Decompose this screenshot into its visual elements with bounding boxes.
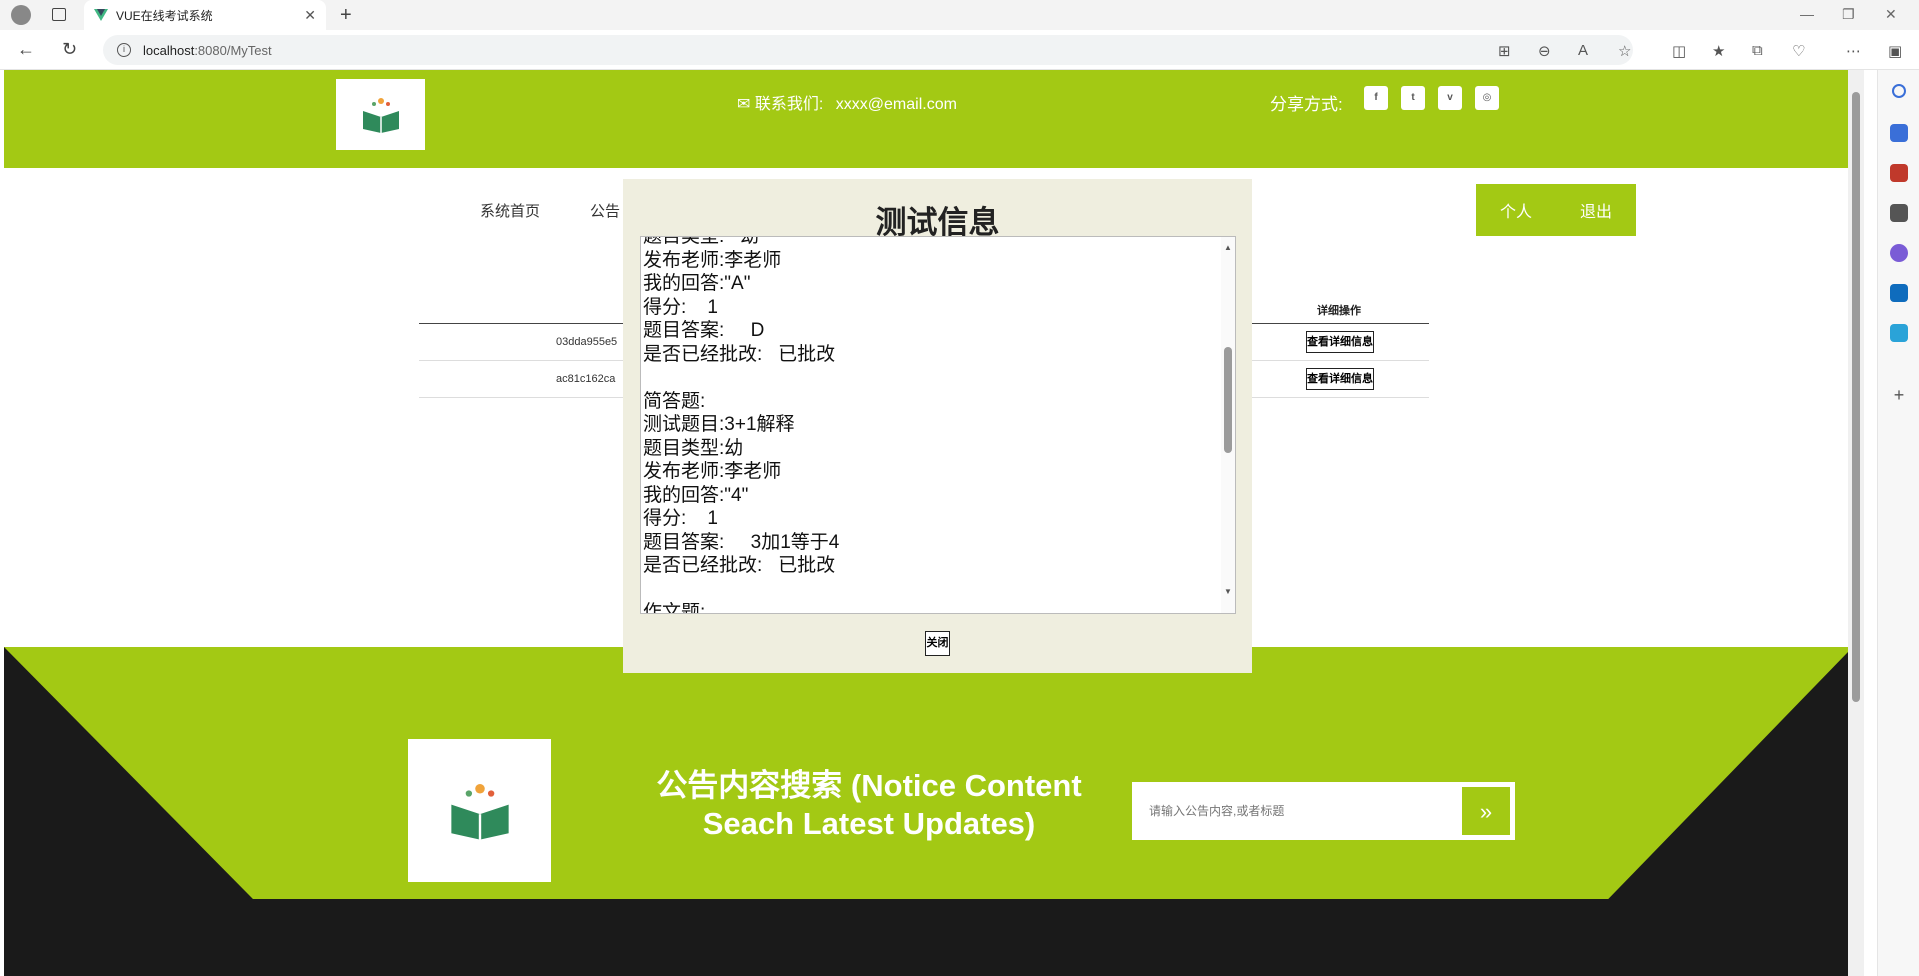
edge-sidebar: + <box>1877 70 1919 976</box>
collections-icon[interactable]: ⧉ <box>1752 42 1763 59</box>
read-aloud-icon[interactable]: A <box>1578 42 1588 59</box>
site-info-icon[interactable]: i <box>117 43 131 57</box>
site-logo[interactable] <box>336 79 425 150</box>
mail-icon: ✉ <box>737 96 751 113</box>
scroll-down-icon[interactable]: ▼ <box>1224 587 1232 596</box>
minimize-icon[interactable]: — <box>1800 6 1814 22</box>
user-menu: 个人 退出 <box>1476 184 1636 236</box>
tab-actions-icon[interactable] <box>52 8 66 21</box>
games-icon[interactable] <box>1890 204 1908 222</box>
profile-icon[interactable] <box>11 5 31 25</box>
detail-column-header: 详细操作 <box>1317 305 1361 317</box>
refresh-icon[interactable]: ↻ <box>62 39 77 60</box>
view-detail-button[interactable]: 查看详细信息 <box>1306 368 1374 390</box>
facebook-icon[interactable]: f <box>1364 86 1388 110</box>
book-logo-icon <box>450 783 509 840</box>
scroll-up-icon[interactable]: ▲ <box>1224 243 1232 252</box>
footer-search-title: 公告内容搜索 (Notice Content Seach Latest Upda… <box>656 768 1082 841</box>
book-logo-icon <box>362 97 399 133</box>
back-icon[interactable]: ← <box>17 39 35 60</box>
row-id: 03dda955e5 <box>556 336 618 348</box>
address-bar[interactable]: i localhost:8080/MyTest <box>103 35 1633 65</box>
row-id: ac81c162ca <box>556 373 616 385</box>
textarea-scroll-thumb[interactable] <box>1224 347 1232 453</box>
test-info-textarea[interactable]: 题目类型: 幼 发布老师:李老师 我的回答:"A" 得分: 1 题目答案: D … <box>640 236 1236 614</box>
favorite-icon[interactable]: ☆ <box>1618 42 1631 60</box>
send-icon[interactable] <box>1890 324 1908 342</box>
vue-favicon-icon <box>94 9 108 21</box>
test-info-content: 题目类型: 幼 发布老师:李老师 我的回答:"A" 得分: 1 题目答案: D … <box>643 236 840 614</box>
url-text: localhost:8080/MyTest <box>143 43 272 58</box>
page-scrollbar[interactable] <box>1848 70 1864 976</box>
close-button[interactable]: 关闭 <box>925 631 950 656</box>
more-menu-icon[interactable]: ⋯ <box>1846 42 1861 60</box>
url-path: :8080/MyTest <box>194 42 272 58</box>
tools-icon[interactable] <box>1890 164 1908 182</box>
browser-toolbar: ← ↻ i localhost:8080/MyTest ⊞ ⊖ A ☆ ◫ ★ … <box>0 30 1919 70</box>
app-available-icon[interactable]: ⊞ <box>1498 42 1511 60</box>
site-header: ✉ 联系我们: xxxx@email.com 分享方式: f t v ◎ <box>4 70 1848 168</box>
twitter-icon[interactable]: t <box>1401 86 1425 110</box>
add-icon[interactable]: + <box>1890 386 1908 404</box>
notice-search: » <box>1132 782 1515 840</box>
vimeo-icon[interactable]: v <box>1438 86 1462 110</box>
new-tab-icon[interactable]: + <box>340 4 352 27</box>
view-detail-button[interactable]: 查看详细信息 <box>1306 331 1374 353</box>
sidebar-toggle-icon[interactable]: ▣ <box>1888 42 1902 60</box>
textarea-scrollbar[interactable]: ▲ ▼ <box>1221 237 1235 613</box>
tab-close-icon[interactable]: ✕ <box>304 7 316 24</box>
footer-logo[interactable] <box>408 739 551 882</box>
double-chevron-right-icon: » <box>1479 799 1493 824</box>
personal-link[interactable]: 个人 <box>1500 198 1532 222</box>
contact-label: 联系我们: <box>754 96 824 113</box>
url-host: localhost <box>143 42 195 58</box>
footer: 公告内容搜索 (Notice Content Seach Latest Upda… <box>4 647 1848 976</box>
shopping-icon[interactable] <box>1890 124 1908 142</box>
favorites-icon[interactable]: ★ <box>1712 42 1725 60</box>
contact-email[interactable]: xxxx@email.com <box>836 96 957 113</box>
instagram-icon[interactable]: ◎ <box>1475 86 1499 110</box>
notice-search-input[interactable] <box>1135 785 1460 837</box>
nav-notice[interactable]: 公告 <box>590 200 620 221</box>
zoom-icon[interactable]: ⊖ <box>1538 42 1551 60</box>
logout-link[interactable]: 退出 <box>1580 198 1612 222</box>
test-info-modal: 测试信息 题目类型: 幼 发布老师:李老师 我的回答:"A" 得分: 1 题目答… <box>623 179 1252 673</box>
nav-home[interactable]: 系统首页 <box>480 200 540 221</box>
contact-info: ✉ 联系我们: xxxx@email.com <box>737 90 957 114</box>
outlook-icon[interactable] <box>1890 284 1908 302</box>
search-icon[interactable] <box>1892 84 1906 98</box>
page: ✉ 联系我们: xxxx@email.com 分享方式: f t v ◎ 系统首… <box>4 70 1848 976</box>
share-label: 分享方式: <box>1270 95 1343 114</box>
split-screen-icon[interactable]: ◫ <box>1672 42 1686 60</box>
browser-essentials-icon[interactable]: ♡ <box>1792 42 1805 60</box>
search-submit-button[interactable]: » <box>1460 785 1512 837</box>
browser-tab[interactable]: VUE在线考试系统 ✕ <box>84 0 326 30</box>
office-icon[interactable] <box>1890 244 1908 262</box>
restore-icon[interactable]: ❐ <box>1842 6 1855 23</box>
window-close-icon[interactable]: ✕ <box>1885 6 1897 23</box>
browser-tabstrip: VUE在线考试系统 ✕ + — ❐ ✕ <box>0 0 1919 30</box>
tab-title: VUE在线考试系统 <box>116 8 213 23</box>
scrollbar-thumb[interactable] <box>1852 92 1860 702</box>
